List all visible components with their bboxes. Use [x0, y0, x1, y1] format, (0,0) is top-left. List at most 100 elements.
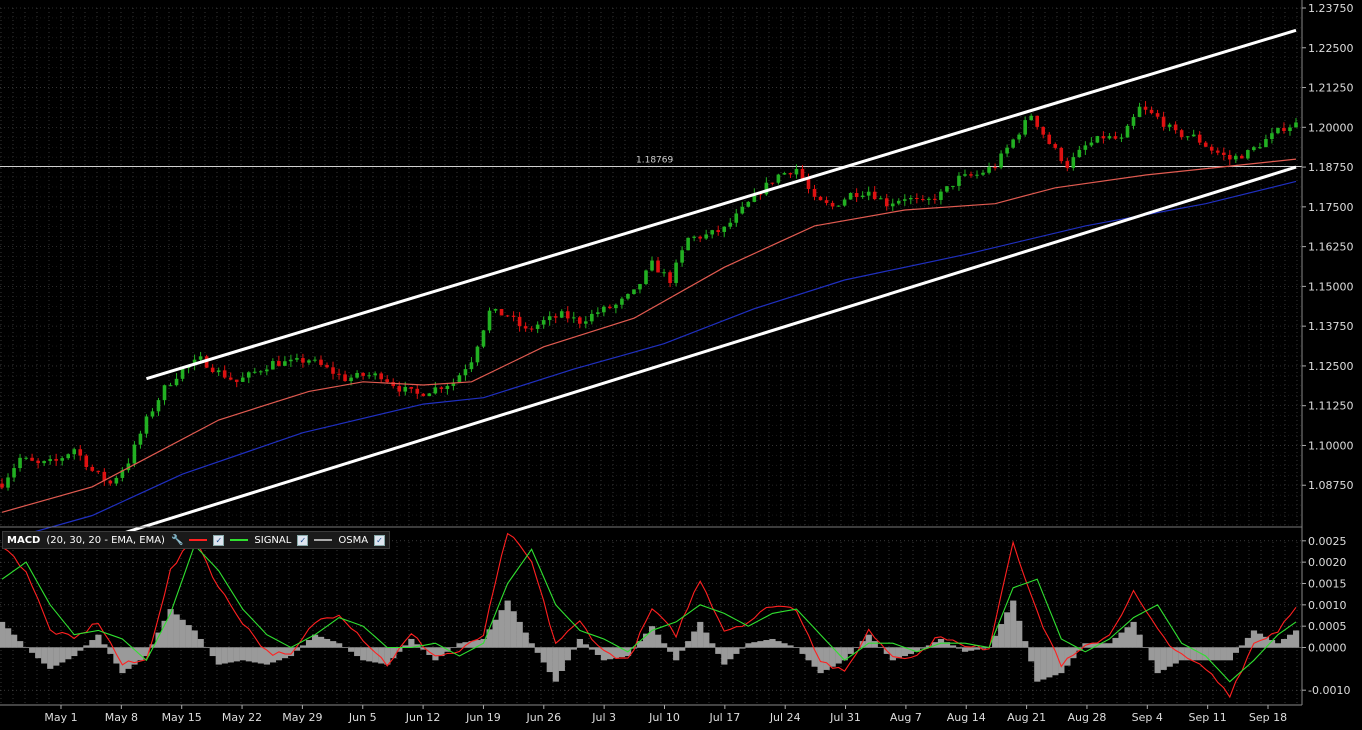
osma-bar [227, 647, 234, 663]
signal-line [1, 544, 1297, 683]
osma-bar [1028, 647, 1035, 662]
osma-bar [498, 610, 505, 648]
candle-body [896, 200, 901, 204]
candle-body [246, 372, 251, 378]
candle-body [156, 400, 161, 412]
macd-visible-checkbox[interactable]: ✓ [213, 534, 225, 546]
candle-body [1053, 143, 1058, 148]
candle-body [1264, 139, 1268, 148]
osma-bar [317, 636, 325, 648]
osma-bar [203, 647, 210, 649]
osma-bar [233, 647, 240, 662]
candle-body [234, 379, 239, 382]
osma-bar [257, 647, 264, 664]
candle-body [1227, 154, 1232, 160]
date-tick-label: May 8 [105, 711, 138, 724]
candle-body [1252, 147, 1256, 151]
candle-body [523, 326, 528, 329]
osma-bar [167, 609, 174, 648]
osma-bar [799, 647, 806, 654]
osma-bar [582, 644, 590, 648]
candle-body [307, 360, 311, 363]
macd-tick-label: 0.0025 [1308, 535, 1347, 548]
osma-bar [215, 647, 222, 665]
candle-body [915, 198, 919, 200]
candle-body [409, 387, 414, 389]
candle-body [1155, 113, 1160, 117]
candle-body [252, 371, 257, 373]
candle-body [638, 284, 642, 290]
date-tick-label: May 22 [222, 711, 262, 724]
osma-bar [1046, 647, 1053, 678]
osma-bar [685, 641, 692, 648]
osma-bar [89, 640, 96, 648]
candle-body [180, 368, 185, 379]
candle-body [355, 372, 359, 378]
osma-bar [817, 647, 824, 674]
osma-bar [703, 632, 710, 648]
candle-body [728, 222, 733, 227]
osma-bar [1124, 627, 1131, 648]
candle-body [939, 191, 943, 200]
candle-body [505, 315, 510, 317]
candle-body [1083, 145, 1088, 150]
price-tick-label: 1.15000 [1308, 280, 1354, 293]
candle-body [1131, 116, 1136, 126]
candle-body [1011, 139, 1015, 148]
candle-body [72, 449, 77, 455]
osma-visible-checkbox[interactable]: ✓ [374, 534, 386, 546]
macd-tick-label: 0.0000 [1308, 642, 1347, 655]
candle-body [1197, 134, 1202, 143]
osma-bar [101, 644, 108, 648]
candle-body [0, 483, 4, 488]
osma-bar [137, 647, 144, 661]
osma-bar [47, 647, 54, 669]
osma-bar [955, 647, 963, 649]
candle-body [993, 167, 997, 169]
candle-body [475, 346, 480, 363]
osma-bar [324, 638, 331, 648]
osma-bar [1244, 637, 1252, 648]
candle-body [1125, 125, 1130, 138]
osma-bar [185, 625, 192, 648]
osma-bar [1010, 600, 1017, 648]
candle-body [132, 444, 137, 464]
candle-body [969, 174, 973, 176]
settings-icon[interactable]: 🔧 [171, 535, 183, 546]
candle-body [469, 362, 474, 370]
candle-body [541, 320, 546, 325]
date-tick-label: Jun 19 [465, 711, 501, 724]
candle-body [1167, 124, 1172, 127]
osma-bar [11, 634, 18, 648]
candle-body [866, 191, 871, 196]
candle-body [271, 361, 275, 370]
osma-bar [751, 642, 758, 648]
trading-chart[interactable]: 1.18769 May 1 May 8 May 15 May 22 May 29 Jun … [0, 0, 1362, 730]
osma-bar [781, 643, 788, 648]
osma-bar [534, 647, 541, 653]
osma-bar [59, 647, 66, 663]
candle-body [987, 167, 991, 173]
candle-body [349, 377, 353, 382]
candle-body [734, 213, 739, 223]
candle-body [421, 393, 426, 397]
osma-bar [1118, 632, 1125, 648]
candle-body [198, 356, 203, 360]
osma-bar [739, 647, 746, 649]
osma-bar [757, 641, 764, 648]
osma-bar [733, 647, 740, 654]
osma-bar [564, 647, 571, 661]
signal-visible-checkbox[interactable]: ✓ [297, 534, 309, 546]
candle-body [818, 196, 823, 201]
candle-body [1191, 134, 1196, 137]
osma-bar [721, 647, 728, 665]
date-tick-label: Jul 10 [648, 711, 680, 724]
candle-body [168, 385, 173, 387]
osma-bar [299, 645, 307, 648]
candle-body [1203, 142, 1208, 147]
candle-body [379, 373, 383, 380]
candle-body [770, 182, 775, 184]
candle-body [884, 198, 889, 207]
candle-body [403, 387, 408, 392]
osma-bar [1112, 637, 1119, 648]
